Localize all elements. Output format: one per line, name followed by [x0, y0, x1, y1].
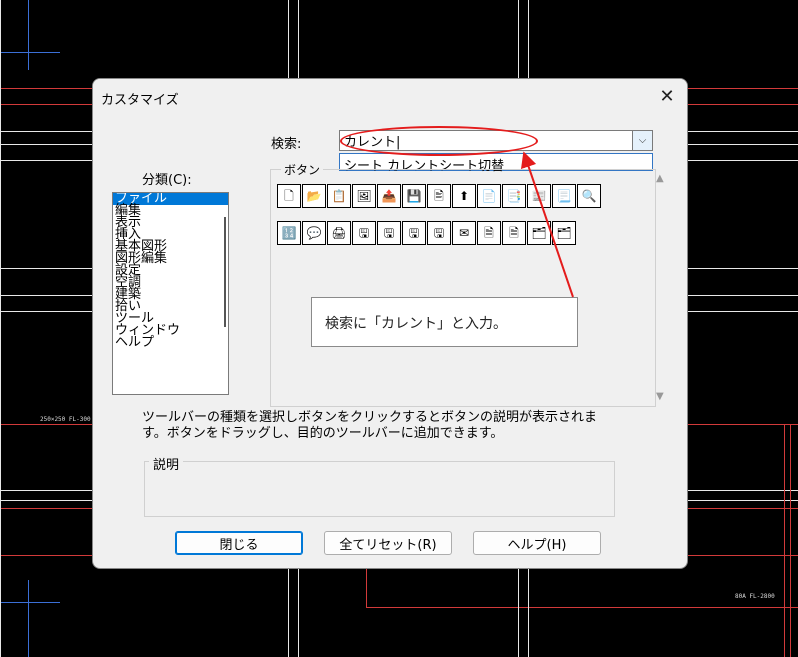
customize-dialog: カスタマイズ ✕ 検索: ⌵ シート カレントシート切替 分類(C): ファイル…	[93, 79, 687, 568]
toolbar-button-row: 🔢 💬 🖨 🖫 🖫 🖫 🖫 ✉ 🗎 🗎 🗂 🗂	[277, 221, 576, 247]
toolbar-button-icon[interactable]: 🖹	[427, 184, 451, 208]
callout-text: 検索に「カレント」と入力。	[325, 316, 507, 332]
toolbar-button-icon[interactable]: 🔢	[277, 221, 301, 245]
search-input[interactable]	[340, 131, 634, 150]
dialog-title: カスタマイズ	[101, 93, 179, 108]
toolbar-button-icon[interactable]: ⬆	[452, 184, 476, 208]
chevron-down-icon[interactable]: ⌵	[632, 131, 652, 150]
toolbar-button-row: 🗋 📂 📋 🖼 📤 💾 🖹 ⬆ 📄 📑 📰 📃 🔍	[277, 184, 601, 210]
toolbar-button-icon[interactable]: 🗎	[477, 221, 501, 245]
toolbar-button-icon[interactable]: 📑	[502, 184, 526, 208]
dialog-titlebar[interactable]: カスタマイズ ✕	[93, 79, 687, 115]
toolbar-button-icon[interactable]: 🖨	[327, 221, 351, 245]
toolbar-button-icon[interactable]: 🗂	[552, 221, 576, 245]
toolbar-button-icon[interactable]: 💬	[302, 221, 326, 245]
toolbar-button-icon[interactable]: 📂	[302, 184, 326, 208]
category-label: 分類(C):	[142, 173, 192, 188]
toolbar-button-icon[interactable]: 📋	[327, 184, 351, 208]
category-scrollbar[interactable]	[224, 217, 226, 327]
toolbar-button-icon[interactable]: 🔍	[577, 184, 601, 208]
toolbar-button-icon[interactable]: 📃	[552, 184, 576, 208]
description-group	[144, 461, 615, 517]
buttons-group-label: ボタン	[281, 161, 324, 178]
annotation-callout: 検索に「カレント」と入力。	[311, 297, 578, 347]
toolbar-button-icon[interactable]: 🗂	[527, 221, 551, 245]
toolbar-button-icon[interactable]: 📄	[477, 184, 501, 208]
reset-all-button[interactable]: 全てリセット(R)	[324, 531, 452, 555]
help-text: ツールバーの種類を選択しボタンをクリックするとボタンの説明が表示されます。ボタン…	[142, 410, 598, 441]
description-label: 説明	[149, 454, 184, 473]
toolbar-button-icon[interactable]: 🖫	[377, 221, 401, 245]
close-button[interactable]: 閉じる	[175, 531, 303, 555]
scroll-up-icon[interactable]: ▲	[656, 173, 664, 184]
toolbar-button-icon[interactable]: 💾	[402, 184, 426, 208]
cad-dimension-tag: 80A FL-2800	[735, 593, 775, 600]
toolbar-button-icon[interactable]: 🗋	[277, 184, 301, 208]
toolbar-button-icon[interactable]: 🖼	[352, 184, 376, 208]
scroll-down-icon[interactable]: ▼	[656, 391, 664, 402]
category-item[interactable]: ヘルプ	[113, 336, 228, 349]
toolbar-button-icon[interactable]: 🗎	[502, 221, 526, 245]
toolbar-button-icon[interactable]: 🖫	[402, 221, 426, 245]
toolbar-button-icon[interactable]: ✉	[452, 221, 476, 245]
category-listbox[interactable]: ファイル 編集 表示 挿入 基本図形 図形編集 設定 空調 建築 拾い ツール ウィンドウ ヘルプ	[112, 192, 229, 395]
search-combobox[interactable]: ⌵	[339, 130, 653, 151]
toolbar-button-icon[interactable]: 🖫	[427, 221, 451, 245]
search-label: 検索:	[271, 137, 302, 152]
toolbar-button-icon[interactable]: 📰	[527, 184, 551, 208]
toolbar-button-icon[interactable]: 📤	[377, 184, 401, 208]
help-button[interactable]: ヘルプ(H)	[473, 531, 601, 555]
cad-dimension-tag: 250×250 FL-300	[40, 416, 91, 423]
toolbar-button-icon[interactable]: 🖫	[352, 221, 376, 245]
close-icon[interactable]: ✕	[655, 85, 679, 109]
